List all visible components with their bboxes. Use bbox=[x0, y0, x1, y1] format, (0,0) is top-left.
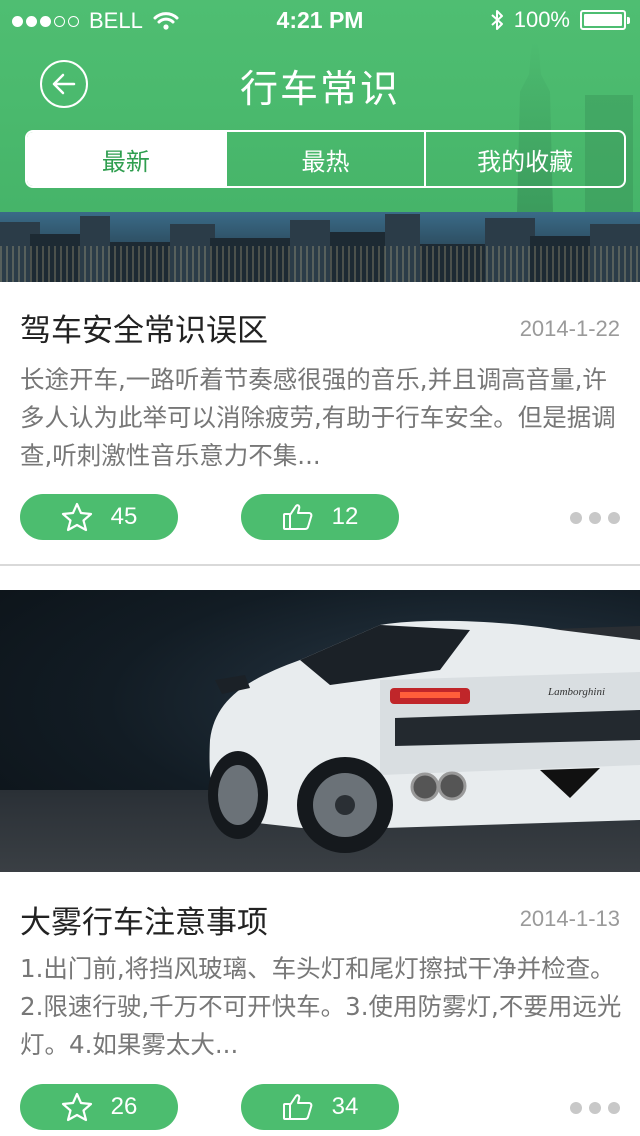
star-icon bbox=[61, 502, 92, 532]
like-count: 34 bbox=[331, 1093, 359, 1120]
tab-favorites[interactable]: 我的收藏 bbox=[424, 132, 624, 186]
article-title[interactable]: 驾车安全常识误区 bbox=[20, 305, 268, 350]
tab-hottest[interactable]: 最热 bbox=[224, 132, 425, 186]
like-button[interactable]: 34 bbox=[241, 1084, 399, 1130]
tab-latest[interactable]: 最新 bbox=[27, 132, 225, 186]
article-summary[interactable]: 1.出门前,将挡风玻璃、车头灯和尾灯擦拭干净并检查。2.限速行驶,千万不可开快车… bbox=[20, 950, 625, 1064]
favorite-button[interactable]: 26 bbox=[20, 1084, 178, 1130]
favorite-count: 26 bbox=[110, 1093, 138, 1120]
like-count: 12 bbox=[331, 503, 359, 530]
bluetooth-icon bbox=[491, 10, 503, 30]
more-dots-icon[interactable] bbox=[570, 1102, 620, 1114]
article-date: 2014-1-13 bbox=[519, 906, 620, 931]
article-image-city[interactable] bbox=[0, 212, 640, 282]
segmented-control: 最新 最热 我的收藏 bbox=[25, 130, 626, 188]
article-title[interactable]: 大雾行车注意事项 bbox=[20, 897, 268, 942]
status-bar: BELL 4:21 PM 100% bbox=[0, 0, 640, 40]
car-badge-text: Lamborghini bbox=[548, 686, 606, 698]
more-dots-icon[interactable] bbox=[570, 512, 620, 524]
header: BELL 4:21 PM 100% 行车常识 最新 最热 我的收藏 bbox=[0, 0, 640, 212]
car-illustration bbox=[208, 620, 640, 853]
favorite-button[interactable]: 45 bbox=[20, 494, 178, 540]
thumbs-up-icon bbox=[282, 504, 313, 530]
favorite-count: 45 bbox=[110, 503, 138, 530]
like-button[interactable]: 12 bbox=[241, 494, 399, 540]
star-icon bbox=[61, 1092, 92, 1122]
article-summary[interactable]: 长途开车,一路听着节奏感很强的音乐,并且调高音量,许多人认为此举可以消除疲劳,有… bbox=[20, 361, 625, 475]
page-title: 行车常识 bbox=[239, 67, 400, 111]
divider bbox=[0, 564, 640, 566]
battery-percent: 100% bbox=[513, 7, 570, 32]
article-image-car[interactable]: Lamborghini bbox=[0, 590, 640, 872]
thumbs-up-icon bbox=[282, 1094, 313, 1120]
status-right: 100% bbox=[490, 7, 630, 33]
battery-icon bbox=[580, 10, 630, 30]
article-date: 2014-1-22 bbox=[519, 316, 620, 341]
